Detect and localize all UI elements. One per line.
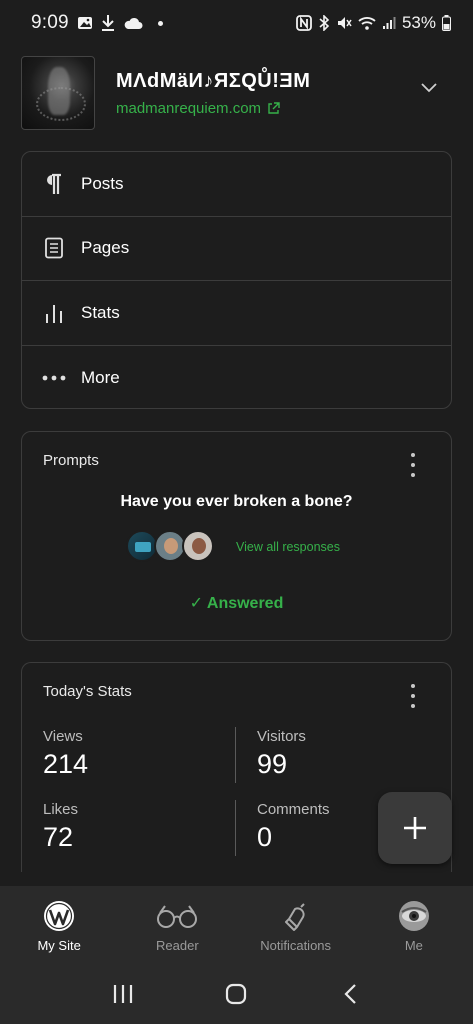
- menu-item-stats[interactable]: Stats: [22, 281, 451, 346]
- ellipsis-icon: [42, 366, 66, 390]
- menu-item-label: Posts: [81, 173, 124, 193]
- stat-label: Likes: [43, 801, 79, 818]
- stat-visitors: Visitors 99: [257, 728, 306, 780]
- site-url[interactable]: madmanrequiem.com: [116, 100, 261, 117]
- site-title: MΛdMäИ♪ЯΣQŮ!ƎM: [116, 69, 311, 92]
- menu-item-posts[interactable]: Posts: [22, 152, 451, 217]
- battery-icon: [442, 15, 451, 31]
- glasses-icon: [155, 900, 199, 932]
- page-icon: [42, 236, 66, 260]
- avatar: [182, 530, 214, 562]
- bottom-nav: My Site Reader Notifications Me: [0, 886, 473, 964]
- prompts-title: Prompts: [43, 452, 99, 469]
- stat-views: Views 214: [43, 728, 88, 780]
- wifi-icon: [358, 17, 376, 30]
- wordpress-icon: [43, 900, 75, 932]
- status-dot: [157, 20, 163, 26]
- stat-comments: Comments 0: [257, 801, 330, 853]
- stat-divider: [235, 800, 236, 856]
- tab-label: Me: [404, 938, 423, 953]
- status-bar: 9:09 53%: [0, 0, 473, 46]
- prompt-question: Have you ever broken a bone?: [120, 493, 353, 510]
- back-icon: [344, 984, 356, 1004]
- avatar: [398, 900, 430, 932]
- answered-status[interactable]: ✓ Answered: [22, 593, 451, 613]
- stat-label: Comments: [257, 801, 330, 818]
- tab-label: Reader: [156, 938, 199, 953]
- menu-item-label: Pages: [81, 238, 130, 258]
- mute-icon: [337, 17, 352, 29]
- view-all-responses-link[interactable]: View all responses: [236, 540, 340, 554]
- prompts-more-icon[interactable]: [403, 453, 423, 477]
- responder-avatars: [126, 530, 214, 562]
- external-link-icon: [268, 101, 280, 114]
- bluetooth-icon: [319, 15, 330, 31]
- status-time: 9:09: [31, 12, 69, 33]
- bell-icon: [281, 900, 311, 932]
- tab-reader[interactable]: Reader: [118, 886, 236, 964]
- nfc-icon: [296, 15, 312, 31]
- tab-notifications[interactable]: Notifications: [237, 886, 355, 964]
- chevron-down-icon[interactable]: [421, 83, 437, 93]
- tab-my-site[interactable]: My Site: [0, 886, 118, 964]
- tab-label: My Site: [37, 938, 81, 953]
- cloud-icon: [124, 17, 143, 29]
- bar-chart-icon: [42, 301, 66, 325]
- gallery-icon: [77, 17, 92, 29]
- back-button[interactable]: [330, 974, 370, 1014]
- prompts-card: Prompts Have you ever broken a bone? Vie…: [21, 431, 452, 641]
- recent-apps-icon: [113, 985, 132, 1003]
- stat-likes: Likes 72: [43, 801, 78, 853]
- stat-value: 214: [43, 749, 89, 779]
- site-url-link[interactable]: madmanrequiem.com: [116, 100, 310, 117]
- stats-title: Today's Stats: [43, 683, 132, 700]
- stat-value: 72: [43, 822, 74, 852]
- stat-value: 99: [257, 749, 288, 779]
- tab-me[interactable]: Me: [355, 886, 473, 964]
- recent-apps-button[interactable]: [103, 974, 143, 1014]
- stat-divider: [235, 727, 236, 783]
- download-icon: [101, 15, 114, 31]
- status-notification-icons: [77, 14, 163, 32]
- system-navigation-bar: [0, 964, 473, 1024]
- menu-item-label: More: [81, 367, 120, 387]
- menu-item-pages[interactable]: Pages: [22, 217, 451, 281]
- stats-more-icon[interactable]: [403, 684, 423, 708]
- site-icon[interactable]: [21, 56, 95, 130]
- site-menu-card: Posts Pages Stats More: [21, 151, 452, 409]
- site-text: MΛdMäИ♪ЯΣQŮ!ƎM madmanrequiem.com: [116, 70, 310, 117]
- paragraph-icon: [42, 172, 66, 196]
- stat-value: 0: [257, 822, 273, 852]
- stat-label: Visitors: [257, 728, 306, 745]
- home-button[interactable]: [216, 974, 256, 1014]
- plus-icon: [404, 817, 426, 839]
- status-system-icons: 53%: [296, 13, 451, 33]
- menu-item-label: Stats: [81, 302, 120, 322]
- menu-item-more[interactable]: More: [22, 346, 451, 411]
- stat-label: Views: [43, 728, 83, 745]
- tab-label: Notifications: [260, 938, 332, 953]
- battery-percent: 53%: [401, 13, 436, 32]
- home-icon: [226, 983, 247, 1005]
- signal-icon: [382, 17, 396, 29]
- create-button[interactable]: [378, 792, 452, 864]
- site-header[interactable]: MΛdMäИ♪ЯΣQŮ!ƎM madmanrequiem.com: [21, 56, 451, 130]
